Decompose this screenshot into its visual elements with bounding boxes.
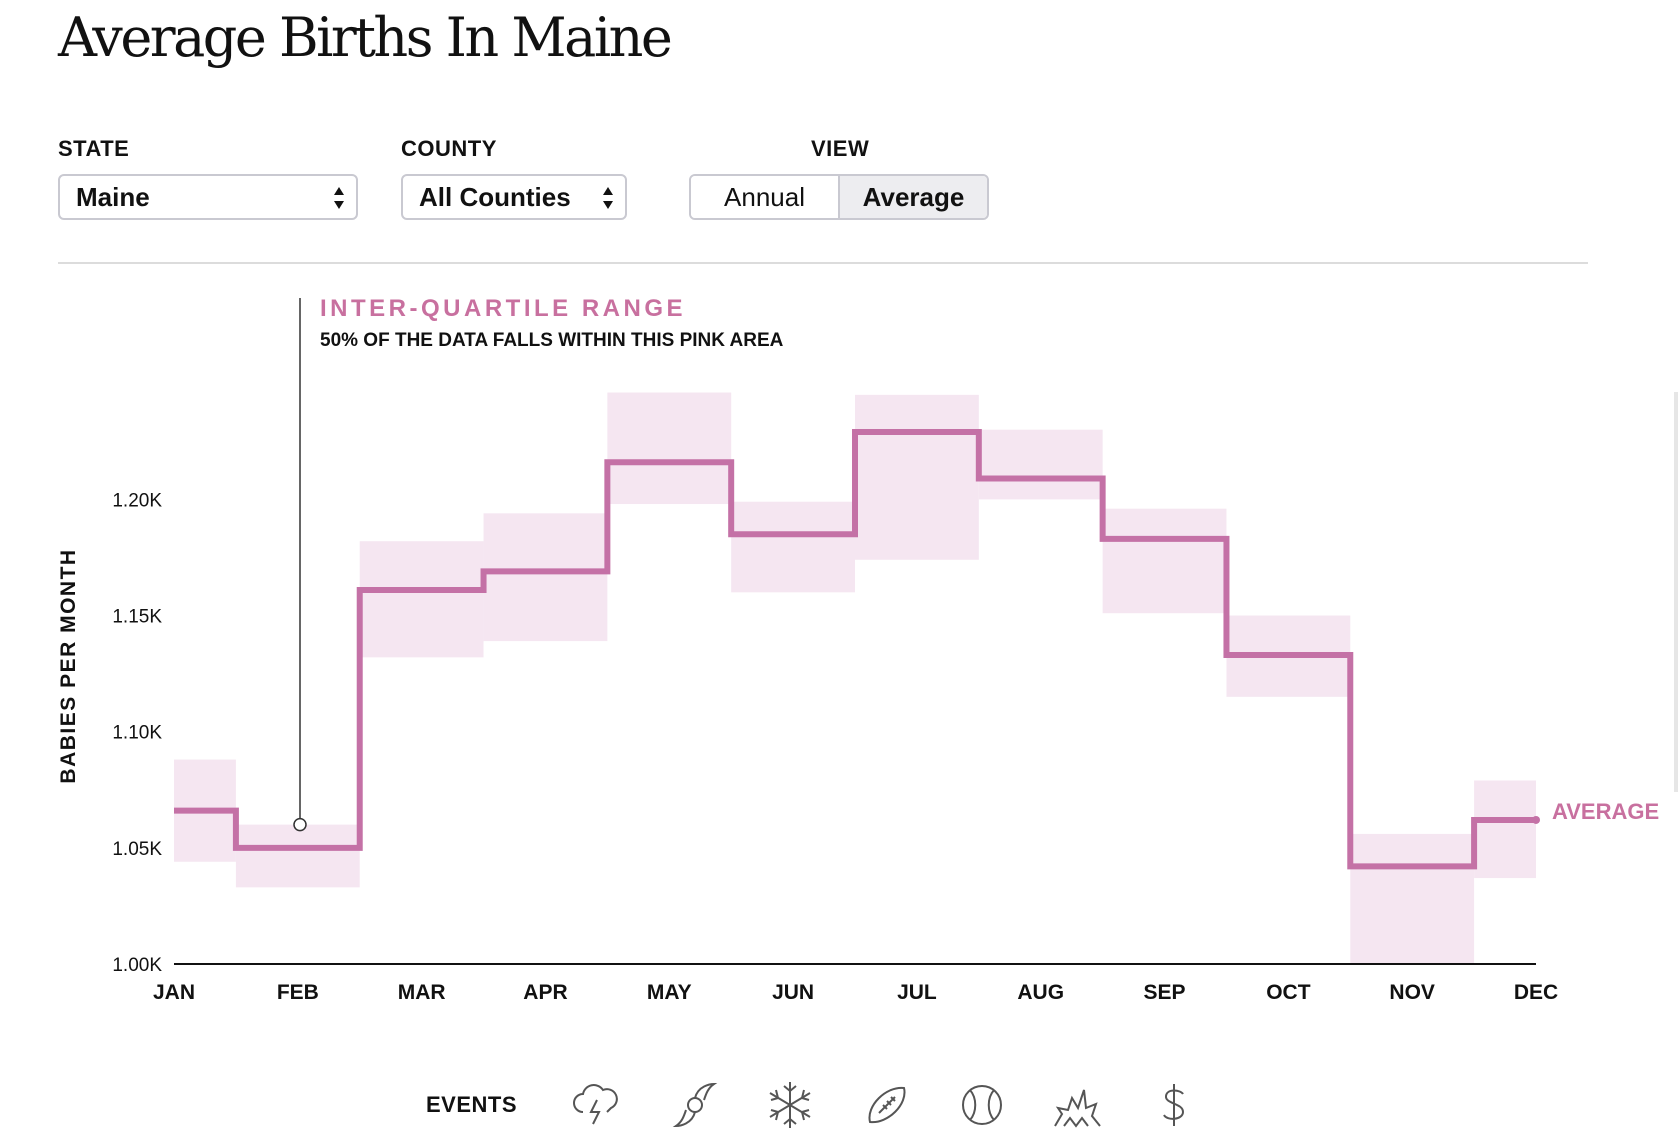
x-tick-label-jul: JUL bbox=[897, 981, 937, 1004]
hurricane-icon[interactable] bbox=[668, 1078, 722, 1132]
iqr-band-may bbox=[607, 392, 732, 505]
iqr-band-nov bbox=[1350, 833, 1475, 964]
y-tick-label: 1.00K bbox=[112, 955, 162, 976]
baseball-icon[interactable] bbox=[955, 1078, 1009, 1132]
average-line-end-marker bbox=[1532, 815, 1540, 824]
iqr-band-feb bbox=[235, 824, 360, 888]
scrollbar-track[interactable] bbox=[1674, 392, 1678, 792]
x-tick-label-jun: JUN bbox=[772, 981, 814, 1004]
storm-icon[interactable] bbox=[569, 1078, 623, 1132]
x-tick-label-oct: OCT bbox=[1266, 981, 1311, 1004]
events-label: EVENTS bbox=[426, 1092, 518, 1117]
iqr-band-dec bbox=[1474, 780, 1536, 879]
y-tick-label: 1.20K bbox=[112, 490, 162, 511]
snowflake-icon[interactable] bbox=[763, 1078, 817, 1132]
football-icon[interactable] bbox=[860, 1078, 914, 1132]
x-tick-label-mar: MAR bbox=[398, 981, 446, 1004]
annotation-marker bbox=[293, 817, 307, 832]
iqr-band-jul bbox=[855, 394, 979, 560]
x-tick-label-jan: JAN bbox=[153, 981, 195, 1004]
x-tick-label-sep: SEP bbox=[1144, 981, 1186, 1004]
births-step-chart: 1.00K 1.05K 1.10K 1.15K 1.20K JAN FEB MAR APR MA… bbox=[57, 295, 1659, 1004]
x-tick-label-feb: FEB bbox=[277, 981, 319, 1004]
fireworks-icon[interactable] bbox=[1050, 1078, 1104, 1132]
x-tick-label-may: MAY bbox=[647, 981, 692, 1004]
x-tick-label-dec: DEC bbox=[1514, 981, 1558, 1004]
x-tick-label-nov: NOV bbox=[1389, 981, 1435, 1004]
iqr-band-apr bbox=[483, 513, 608, 642]
annotation-title: INTER-QUARTILE RANGE bbox=[320, 295, 686, 322]
annotation-subtitle: 50% OF THE DATA FALLS WITHIN THIS PINK A… bbox=[320, 330, 784, 351]
iqr-band-aug bbox=[978, 429, 1103, 500]
x-tick-label-aug: AUG bbox=[1017, 981, 1064, 1004]
dollar-icon[interactable] bbox=[1147, 1078, 1201, 1132]
iqr-band-jun bbox=[731, 501, 855, 593]
average-series-label: AVERAGE bbox=[1552, 799, 1659, 824]
y-axis-title: BABIES PER MONTH bbox=[57, 548, 80, 783]
y-tick-label: 1.15K bbox=[112, 607, 162, 628]
x-tick-label-apr: APR bbox=[523, 981, 567, 1004]
y-tick-label: 1.05K bbox=[112, 839, 162, 860]
iqr-band-sep bbox=[1102, 508, 1227, 614]
iqr-band-mar bbox=[359, 541, 484, 658]
y-tick-label: 1.10K bbox=[112, 723, 162, 744]
